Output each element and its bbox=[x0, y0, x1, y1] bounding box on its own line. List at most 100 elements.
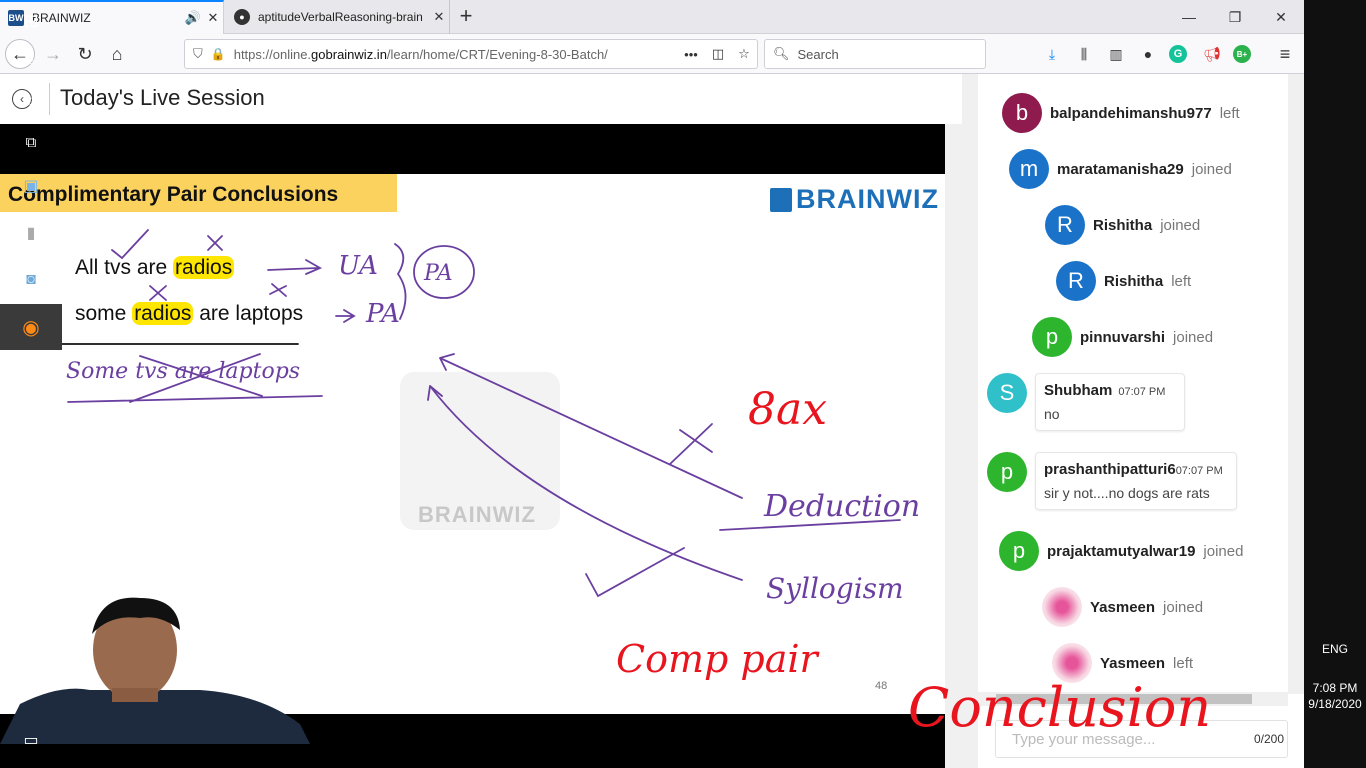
chat-event-action: joined bbox=[1163, 598, 1204, 616]
check-mark-2 bbox=[585, 547, 685, 598]
new-tab-button[interactable]: + bbox=[455, 4, 477, 28]
firefox-taskbar-icon[interactable]: ◉ bbox=[0, 304, 62, 350]
avatar: p bbox=[1032, 317, 1072, 357]
cross-mark-4 bbox=[669, 423, 713, 465]
download-icon[interactable]: ⤓ bbox=[1041, 43, 1063, 65]
microphone-app-icon[interactable]: ▮ bbox=[0, 220, 62, 246]
close-tab-icon[interactable]: ✕ bbox=[203, 10, 223, 26]
chevron-up-icon[interactable]: ‹ bbox=[0, 560, 62, 584]
home-icon: ⌂ bbox=[111, 43, 123, 64]
address-bar[interactable]: ⛉ 🔒 https://online.gobrainwiz.in/learn/h… bbox=[184, 39, 758, 69]
close-window-button[interactable]: ✕ bbox=[1258, 0, 1304, 34]
library-icon[interactable]: ⫼ bbox=[1073, 43, 1095, 65]
task-view-icon[interactable]: ⧉ bbox=[0, 130, 62, 154]
cross-mark-3 bbox=[269, 283, 287, 297]
chat-user-name: Rishitha bbox=[1093, 216, 1153, 234]
ink-overlay: Conclusion bbox=[908, 676, 1211, 739]
chat-user-name: prashanthipatturi6 bbox=[1044, 461, 1176, 478]
live-video-player[interactable]: Complimentary Pair Conclusions BRAINWIZ … bbox=[0, 124, 945, 768]
syllogism-text: Syllogism bbox=[766, 572, 904, 605]
chat-event: m maratamanisha29 joined bbox=[1009, 149, 1232, 189]
close-tab-icon[interactable]: ✕ bbox=[429, 9, 449, 25]
megaphone-icon[interactable]: 📢︎ bbox=[1201, 43, 1223, 65]
window-controls: — ❐ ✕ bbox=[1166, 0, 1304, 34]
eight-ax-text: 8ax bbox=[748, 384, 827, 435]
reload-button[interactable]: ↻ bbox=[70, 39, 100, 69]
chat-event-action: joined bbox=[1173, 328, 1214, 346]
page-header: ‹ Today's Live Session bbox=[0, 75, 962, 124]
search-icon[interactable]: ⌕ bbox=[0, 50, 62, 74]
chat-user-name: balpandehimanshu977 bbox=[1050, 104, 1212, 122]
url-prefix: https://online. bbox=[233, 46, 312, 62]
chat-user-name: prajaktamutyalwar19 bbox=[1047, 542, 1196, 560]
lock-icon[interactable]: 🔒 bbox=[211, 47, 226, 61]
tab-github[interactable]: ● aptitudeVerbalReasoning-brain ✕ bbox=[226, 0, 450, 34]
chat-event: b balpandehimanshu977 left bbox=[1002, 93, 1240, 133]
underline-1 bbox=[67, 395, 323, 403]
pa-circled-label: PA bbox=[423, 261, 453, 286]
network-icon[interactable]: ▭ ⊡ bbox=[0, 586, 62, 606]
clock-date: 9/18/2020 bbox=[1308, 697, 1362, 711]
sidebar-icon[interactable]: ▥ bbox=[1105, 43, 1127, 65]
account-icon[interactable]: ● bbox=[1137, 43, 1159, 65]
grammarly-icon[interactable]: G bbox=[1169, 45, 1187, 63]
url-text[interactable]: https://online.gobrainwiz.in/learn/home/… bbox=[234, 47, 677, 62]
chat-message: S Shubham 07:07 PM no bbox=[987, 373, 1185, 431]
avatar: S bbox=[987, 373, 1027, 413]
chat-scrollbar[interactable] bbox=[1288, 74, 1304, 694]
page-actions-button[interactable]: ••• bbox=[677, 47, 705, 62]
deduction-text: Deduction bbox=[763, 489, 920, 524]
extension-b-plus-icon[interactable]: B+ bbox=[1233, 45, 1251, 63]
avatar: R bbox=[1056, 261, 1096, 301]
ua-label: UA bbox=[338, 251, 378, 281]
arrow-to-ua bbox=[267, 259, 323, 275]
chat-bubble: Shubham 07:07 PM no bbox=[1035, 373, 1185, 431]
avatar: b bbox=[1002, 93, 1042, 133]
pocket-icon[interactable]: ◫ bbox=[705, 46, 731, 62]
chat-event: p pinnuvarshi joined bbox=[1032, 317, 1213, 357]
avatar: p bbox=[987, 452, 1027, 492]
menu-icon[interactable]: ≡ bbox=[1274, 43, 1296, 65]
chat-user-name: Rishitha bbox=[1104, 272, 1164, 290]
speaker-icon[interactable]: 🔊 bbox=[183, 10, 203, 26]
arrow-syllogism bbox=[427, 385, 743, 581]
notification-icon[interactable]: ▭ bbox=[0, 728, 62, 752]
arrow-deduction bbox=[439, 353, 743, 499]
chat-user-name: maratamanisha29 bbox=[1057, 160, 1184, 178]
comp-pair-text: Comp pair bbox=[616, 637, 821, 681]
shield-icon[interactable]: ⛉ bbox=[193, 46, 203, 62]
maximize-button[interactable]: ❐ bbox=[1212, 0, 1258, 34]
avatar-image bbox=[1042, 587, 1082, 627]
chat-event: R Rishitha left bbox=[1056, 261, 1191, 301]
bookmark-star-icon[interactable]: ☆ bbox=[731, 46, 757, 62]
chat-event-action: left bbox=[1171, 272, 1192, 290]
chat-text: sir y not....no dogs are rats bbox=[1044, 485, 1210, 501]
search-input[interactable]: 🔍︎ Search bbox=[764, 39, 986, 69]
photos-app-icon[interactable]: ▣ bbox=[0, 174, 62, 198]
system-clock[interactable]: 7:08 PM 9/18/2020 bbox=[1304, 680, 1366, 712]
avatar: p bbox=[999, 531, 1039, 571]
slide-number: 48 bbox=[875, 680, 888, 692]
tab-title: aptitudeVerbalReasoning-brain bbox=[258, 10, 423, 24]
browser-tab-bar: BW BRAINWIZ 🔊 ✕ ● aptitudeVerbalReasonin… bbox=[0, 0, 1304, 34]
check-mark-1 bbox=[111, 229, 149, 260]
home-button[interactable]: ⌂ bbox=[102, 39, 132, 69]
reload-icon: ↻ bbox=[77, 43, 93, 64]
conclusion-text: Some tvs are laptops bbox=[66, 359, 300, 384]
chat-timestamp: 07:07 PM bbox=[1118, 386, 1166, 398]
cross-mark-2 bbox=[149, 285, 167, 301]
page-title: Today's Live Session bbox=[60, 85, 265, 110]
cortana-icon[interactable]: ○ bbox=[0, 90, 62, 114]
chat-event-action: joined bbox=[1191, 160, 1232, 178]
camera-app-icon[interactable]: ◙ bbox=[0, 268, 62, 292]
url-domain: gobrainwiz.in bbox=[311, 46, 387, 62]
chat-bubble: prashanthipatturi607:07 PM sir y not....… bbox=[1035, 452, 1237, 510]
chat-event: R Rishitha joined bbox=[1045, 205, 1200, 245]
minimize-button[interactable]: — bbox=[1166, 0, 1212, 34]
windows-start-icon[interactable]: ⊞ bbox=[0, 8, 62, 34]
chat-user-name: pinnuvarshi bbox=[1080, 328, 1166, 346]
conclusion-ink-text: Conclusion bbox=[908, 676, 1211, 739]
language-indicator[interactable]: ENG bbox=[1304, 642, 1366, 656]
volume-icon[interactable]: 🔈︎ ◍ bbox=[0, 610, 62, 630]
chat-event-action: left bbox=[1219, 104, 1240, 122]
